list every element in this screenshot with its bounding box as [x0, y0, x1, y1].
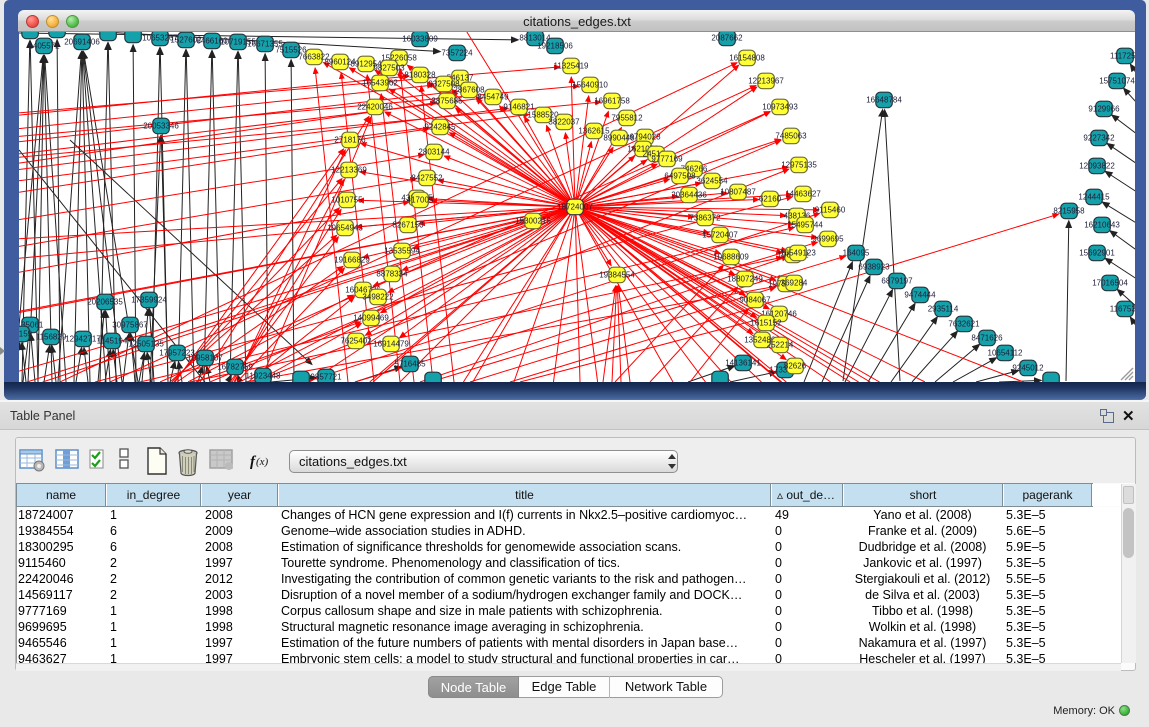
svg-text:8180328: 8180328 [404, 71, 436, 80]
svg-text:6938923: 6938923 [858, 263, 890, 272]
svg-text:6879197: 6879197 [881, 277, 913, 286]
svg-text:17016504: 17016504 [1092, 279, 1128, 288]
svg-text:9777169: 9777169 [651, 155, 683, 164]
svg-text:15720407: 15720407 [702, 231, 738, 240]
svg-text:14099469: 14099469 [353, 314, 389, 323]
svg-text:18724007: 18724007 [557, 203, 593, 212]
svg-text:8427552: 8427552 [411, 174, 443, 183]
svg-text:9827503: 9827503 [373, 64, 405, 73]
svg-text:15300215: 15300215 [515, 217, 551, 226]
svg-text:16033809: 16033809 [402, 35, 438, 44]
svg-text:7625402: 7625402 [340, 337, 372, 346]
svg-text:20364436: 20364436 [671, 191, 707, 200]
svg-text:6794028: 6794028 [629, 133, 661, 142]
svg-text:9129966: 9129966 [1088, 105, 1120, 114]
svg-text:17359924: 17359924 [131, 296, 167, 305]
svg-text:2087662: 2087662 [711, 34, 743, 43]
svg-text:5716485: 5716485 [394, 360, 426, 369]
svg-text:252214: 252214 [767, 341, 794, 350]
svg-text:20053346: 20053346 [143, 122, 179, 131]
svg-text:1145194: 1145194 [97, 337, 128, 346]
svg-text:8878334: 8878334 [376, 270, 408, 279]
svg-text:39159: 39159 [19, 330, 33, 339]
svg-text:16543962: 16543962 [362, 79, 398, 88]
svg-text:9245012: 9245012 [1012, 364, 1044, 373]
svg-text:9115460: 9115460 [815, 206, 846, 215]
svg-text:19384554: 19384554 [599, 271, 635, 280]
svg-text:369284: 369284 [781, 279, 808, 288]
svg-text:12213967: 12213967 [748, 77, 784, 86]
svg-text:16961758: 16961758 [594, 97, 630, 106]
svg-text:6497508: 6497508 [664, 172, 696, 181]
svg-text:30975867: 30975867 [112, 321, 148, 330]
svg-text:14136141: 14136141 [725, 359, 761, 368]
svg-text:14463627: 14463627 [785, 190, 821, 199]
svg-text:(x): (x) [256, 456, 269, 468]
svg-text:8267150: 8267150 [392, 221, 424, 230]
svg-text:11325419: 11325419 [554, 62, 590, 71]
svg-text:16914479: 16914479 [373, 340, 409, 349]
svg-text:8471626: 8471626 [971, 334, 1003, 343]
svg-text:1405572: 1405572 [28, 42, 60, 51]
svg-text:82626: 82626 [784, 362, 807, 371]
svg-text:22420046: 22420046 [357, 103, 393, 112]
svg-text:8215958: 8215958 [1053, 207, 1085, 216]
svg-text:12975135: 12975135 [781, 161, 817, 170]
svg-text:164095: 164095 [843, 249, 870, 258]
svg-text:13535594: 13535594 [384, 247, 420, 256]
svg-text:8454749: 8454749 [477, 93, 509, 102]
svg-text:1117252: 1117252 [1110, 52, 1135, 61]
svg-text:3875685: 3875685 [431, 97, 463, 106]
svg-text:7386372: 7386372 [689, 214, 721, 223]
svg-text:2803144: 2803144 [418, 148, 450, 157]
svg-text:9242845: 9242845 [424, 123, 456, 132]
svg-text:62160: 62160 [759, 195, 782, 204]
svg-text:3624554: 3624554 [696, 177, 728, 186]
svg-text:3498222: 3498222 [362, 293, 394, 302]
svg-text:7632621: 7632621 [948, 320, 980, 329]
svg-text:16549123: 16549123 [780, 249, 816, 258]
svg-text:16154808: 16154808 [729, 54, 765, 63]
svg-text:19654943: 19654943 [327, 224, 363, 233]
svg-text:10654112: 10654112 [988, 349, 1024, 358]
svg-text:15640910: 15640910 [572, 81, 608, 90]
svg-text:2935114: 2935114 [928, 305, 959, 314]
svg-text:7357224: 7357224 [441, 49, 473, 58]
svg-text:12213369: 12213369 [331, 166, 367, 175]
svg-text:16210643: 16210643 [1084, 221, 1120, 230]
svg-text:11923448: 11923448 [246, 372, 282, 381]
svg-text:417005: 417005 [407, 196, 434, 205]
svg-text:9227342: 9227342 [1083, 134, 1115, 143]
svg-text:12093822: 12093822 [1079, 162, 1115, 171]
svg-text:20691406: 20691406 [64, 38, 100, 47]
svg-text:1244415: 1244415 [1078, 193, 1110, 202]
svg-text:3822037: 3822037 [548, 118, 580, 127]
svg-text:12505135: 12505135 [128, 340, 164, 349]
svg-text:1615152: 1615152 [750, 319, 782, 328]
svg-text:7485063: 7485063 [775, 132, 807, 141]
svg-text:10688609: 10688609 [713, 253, 749, 262]
svg-text:16782759: 16782759 [217, 363, 253, 372]
svg-text:19218506: 19218506 [537, 42, 573, 51]
svg-text:1167534: 1167534 [1110, 305, 1135, 314]
svg-text:15751074: 15751074 [1099, 77, 1135, 86]
svg-text:9084067: 9084067 [739, 296, 771, 305]
svg-text:19166829: 19166829 [334, 256, 370, 265]
svg-text:10807487: 10807487 [720, 188, 756, 197]
svg-text:9699695: 9699695 [812, 235, 844, 244]
svg-text:10958107: 10958107 [187, 354, 223, 363]
svg-text:15495744: 15495744 [787, 221, 823, 230]
svg-text:9474444: 9474444 [904, 291, 936, 300]
svg-text:9857721: 9857721 [310, 373, 342, 382]
svg-text:10973493: 10973493 [762, 103, 798, 112]
svg-text:20206535: 20206535 [87, 298, 123, 307]
svg-text:15692901: 15692901 [1079, 249, 1115, 258]
svg-text:2718176: 2718176 [334, 136, 366, 145]
svg-text:16648784: 16648784 [866, 96, 902, 105]
svg-text:1156829: 1156829 [36, 333, 67, 342]
svg-text:7955812: 7955812 [611, 114, 643, 123]
svg-text:1010755: 1010755 [331, 196, 363, 205]
svg-text:18807249: 18807249 [727, 275, 763, 284]
